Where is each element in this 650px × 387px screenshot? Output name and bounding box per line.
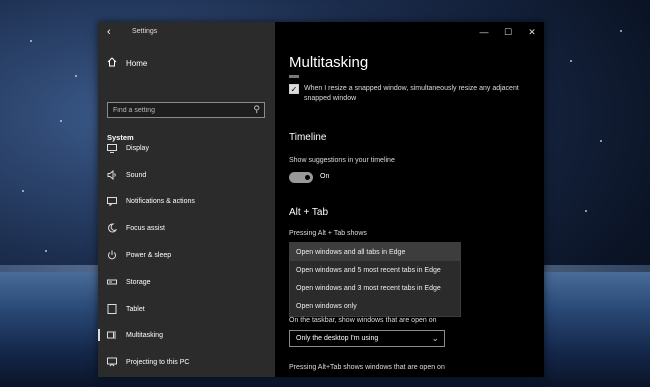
sidebar-item-display[interactable]: Display [98,136,275,160]
title-bar: ‹ Settings [98,22,275,44]
alttab-heading: Alt + Tab [289,207,329,218]
multitasking-icon [107,330,117,340]
projecting-icon [107,357,117,367]
timeline-toggle[interactable] [289,172,313,183]
taskbar-label: On the taskbar, show windows that are op… [289,317,437,324]
close-icon[interactable]: ✕ [520,22,544,42]
sidebar-item-label: Notifications & actions [126,197,195,205]
snap-resize-label: When I resize a snapped window, simultan… [304,85,519,102]
sidebar-item-label: Power & sleep [126,251,172,259]
alttab-dropdown-list: Open windows and all tabs in Edge Open w… [289,242,461,317]
minimize-icon[interactable]: — [472,22,496,42]
settings-window: ‹ Settings Home ⚲ System Display Sound [98,22,544,377]
dropdown-option[interactable]: Open windows and 5 most recent tabs in E… [290,261,460,279]
back-arrow-icon[interactable]: ‹ [107,26,111,38]
sidebar-item-notifications[interactable]: Notifications & actions [98,189,275,213]
window-title: Settings [132,28,158,35]
sidebar-item-label: Sound [126,171,147,179]
window-controls: — ☐ ✕ [472,22,544,42]
sidebar-item-power-sleep[interactable]: Power & sleep [98,243,275,267]
monitor-icon [107,143,117,153]
search-field[interactable]: ⚲ [107,102,265,118]
tablet-icon [107,304,117,314]
dropdown-option[interactable]: Open windows and 3 most recent tabs in E… [290,279,460,297]
search-input[interactable] [108,103,258,117]
sidebar-item-label: Storage [126,278,151,286]
sidebar-item-multitasking[interactable]: Multitasking [98,323,275,347]
sidebar: ‹ Settings Home ⚲ System Display Sound [98,22,275,377]
sidebar-item-label: Projecting to this PC [126,358,190,366]
power-icon [107,250,117,260]
sidebar-item-sound[interactable]: Sound [98,163,275,187]
sidebar-item-label: Display [126,144,149,152]
dropdown-option[interactable]: Open windows only [290,297,460,315]
scroll-fragment [289,75,299,78]
speaker-icon [107,170,117,180]
home-label: Home [126,58,148,68]
toggle-state-label: On [320,173,330,180]
sidebar-item-home[interactable]: Home [107,57,147,69]
storage-icon [107,277,117,287]
sidebar-item-projecting[interactable]: Projecting to this PC [98,350,275,374]
main-content: — ☐ ✕ Multitasking ✓ When I resize a sna… [275,22,544,377]
alttab-desktop-label: Pressing Alt+Tab shows windows that are … [289,364,445,371]
sidebar-item-label: Multitasking [126,331,163,339]
snap-resize-option[interactable]: ✓ When I resize a snapped window, simult… [289,84,529,104]
dropdown-option[interactable]: Open windows and all tabs in Edge [290,243,460,261]
moon-icon [107,223,117,233]
sidebar-item-label: Focus assist [126,224,165,232]
notifications-icon [107,196,117,206]
home-icon [107,57,117,69]
alttab-label: Pressing Alt + Tab shows [289,230,367,237]
sidebar-item-label: Tablet [126,305,145,313]
chevron-down-icon: ⌄ [431,333,439,343]
timeline-heading: Timeline [289,132,327,143]
search-icon[interactable]: ⚲ [253,104,260,115]
taskbar-select[interactable]: Only the desktop I'm using ⌄ [289,330,445,347]
taskbar-select-value: Only the desktop I'm using [296,335,379,342]
timeline-label: Show suggestions in your timeline [289,157,395,164]
maximize-icon[interactable]: ☐ [496,22,520,42]
page-title: Multitasking [289,54,369,71]
sidebar-item-storage[interactable]: Storage [98,270,275,294]
sidebar-item-focus-assist[interactable]: Focus assist [98,216,275,240]
sidebar-item-tablet[interactable]: Tablet [98,297,275,321]
snap-resize-checkbox[interactable]: ✓ [289,84,299,94]
